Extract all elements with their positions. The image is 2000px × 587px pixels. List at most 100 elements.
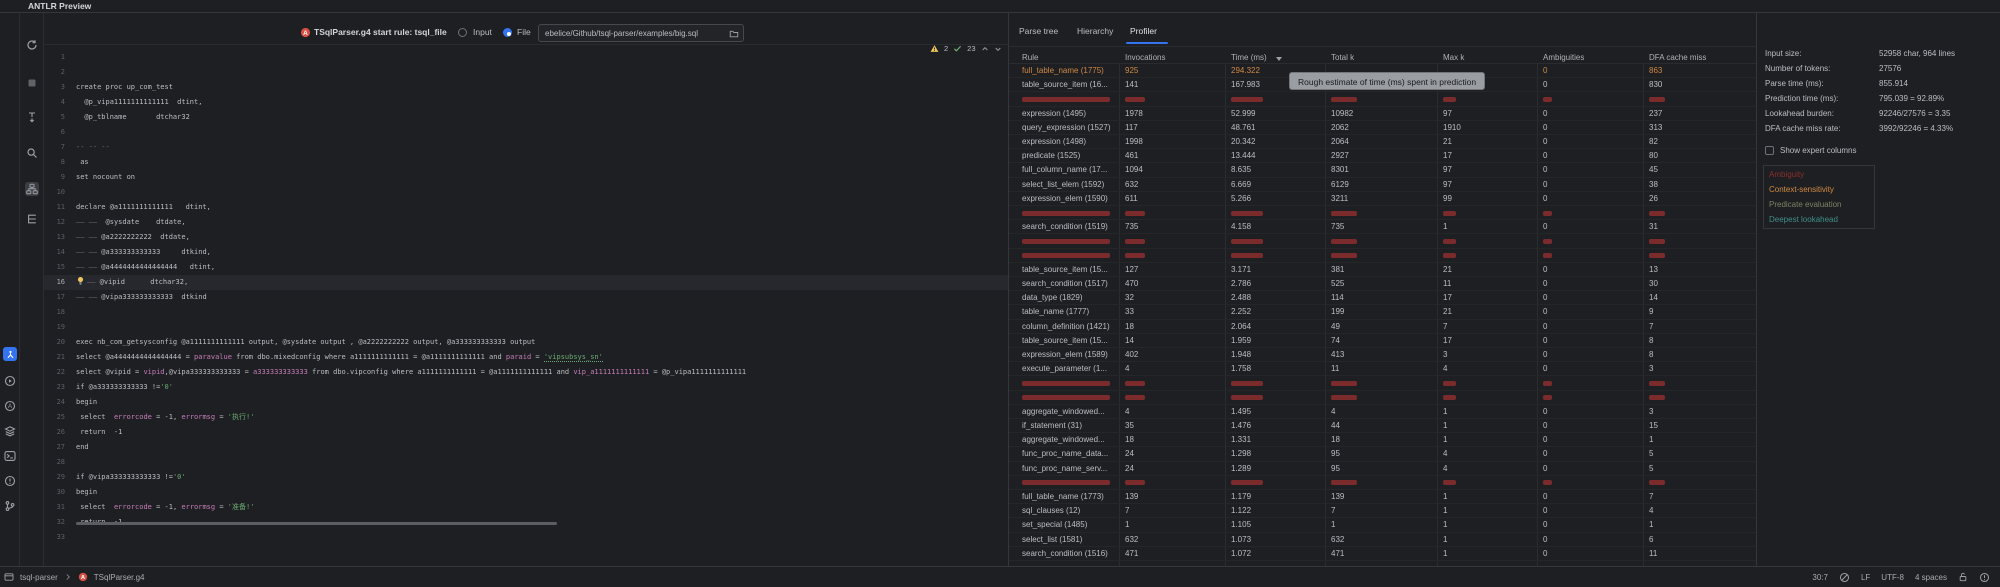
editor-code[interactable]: create proc up_com_test @p_vipa111111111… bbox=[76, 50, 1006, 545]
caret-position[interactable]: 30:7 bbox=[1812, 573, 1828, 582]
table-row[interactable] bbox=[1009, 376, 1756, 390]
encoding[interactable]: UTF-8 bbox=[1881, 573, 1904, 582]
table-row[interactable]: select_list_elem (1592)6326.669612997038 bbox=[1009, 178, 1756, 192]
highlighting-off-icon[interactable] bbox=[1839, 572, 1850, 583]
notifications-icon[interactable] bbox=[1979, 572, 1990, 583]
expert-columns-label[interactable]: Show expert columns bbox=[1780, 146, 1856, 155]
stop-button[interactable] bbox=[25, 76, 39, 90]
table-row[interactable]: sql_clauses (12)71.1227104 bbox=[1009, 504, 1756, 518]
folder-icon[interactable] bbox=[729, 29, 739, 39]
table-row[interactable]: execute_parameter (1...41.75811403 bbox=[1009, 362, 1756, 376]
problems-stripe-button[interactable] bbox=[3, 474, 17, 488]
code-line[interactable]: exec nb_com_getsysconfig @a1111111111111… bbox=[76, 335, 1006, 350]
code-line[interactable] bbox=[76, 65, 1006, 80]
input-radio[interactable] bbox=[458, 28, 467, 37]
table-row[interactable]: if_statement (31)351.476441015 bbox=[1009, 419, 1756, 433]
expert-columns-row[interactable]: Show expert columns bbox=[1765, 146, 1856, 155]
table-row[interactable]: query_expression (1527)11748.76120621910… bbox=[1009, 121, 1756, 135]
table-row[interactable]: predicate (1525)46113.444292717080 bbox=[1009, 149, 1756, 163]
table-row[interactable]: table_source_item (15...141.959741708 bbox=[1009, 334, 1756, 348]
column-header-total-k[interactable]: Total k bbox=[1331, 53, 1354, 62]
project-window-icon[interactable] bbox=[4, 572, 14, 582]
table-row[interactable] bbox=[1009, 234, 1756, 248]
column-header-time[interactable]: Time (ms) bbox=[1231, 53, 1267, 62]
code-line[interactable] bbox=[76, 305, 1006, 320]
profiler-table[interactable]: full_table_name (1775)925294.3220863tabl… bbox=[1009, 64, 1756, 566]
column-header-rule[interactable]: Rule bbox=[1022, 53, 1038, 62]
tab-hierarchy[interactable]: Hierarchy bbox=[1077, 26, 1113, 36]
table-row[interactable]: func_proc_name_serv...241.28995405 bbox=[1009, 462, 1756, 476]
table-row[interactable]: search_condition (1517)4702.78652511030 bbox=[1009, 277, 1756, 291]
code-line[interactable]: —— —— @vipa333333333333 dtkind bbox=[76, 290, 1006, 305]
code-line[interactable]: select @a4444444444444444 = paravalue fr… bbox=[76, 350, 1006, 365]
code-line[interactable]: —— @vipid dtchar32, bbox=[76, 275, 1006, 290]
tab-parse-tree[interactable]: Parse tree bbox=[1019, 26, 1058, 36]
intention-bulb-icon[interactable] bbox=[76, 276, 87, 286]
column-header-dfa-cache-miss[interactable]: DFA cache miss bbox=[1649, 53, 1706, 62]
column-header-max-k[interactable]: Max k bbox=[1443, 53, 1464, 62]
code-line[interactable]: as bbox=[76, 155, 1006, 170]
table-row[interactable]: expression (1495)197852.99910982970237 bbox=[1009, 107, 1756, 121]
table-row[interactable]: expression_elem (1590)6115.266321199026 bbox=[1009, 192, 1756, 206]
file-radio-label[interactable]: File bbox=[517, 27, 531, 37]
file-radio[interactable] bbox=[503, 28, 512, 37]
code-line[interactable]: @p_vipa1111111111111 dtint, bbox=[76, 95, 1006, 110]
table-row[interactable]: column_definition (1421)182.06449707 bbox=[1009, 320, 1756, 334]
code-line[interactable] bbox=[76, 455, 1006, 470]
table-row[interactable] bbox=[1009, 249, 1756, 263]
code-line[interactable] bbox=[76, 320, 1006, 335]
breadcrumb-project[interactable]: tsql-parser bbox=[20, 573, 58, 582]
expert-columns-checkbox[interactable] bbox=[1765, 146, 1774, 155]
table-row[interactable]: table_source_item (15...1273.17138121013 bbox=[1009, 263, 1756, 277]
input-radio-label[interactable]: Input bbox=[473, 27, 492, 37]
file-path-field[interactable]: ebelice/Github/tsql-parser/examples/big.… bbox=[538, 24, 744, 42]
run-stripe-button[interactable] bbox=[3, 374, 17, 388]
indent-setting[interactable]: 4 spaces bbox=[1915, 573, 1947, 582]
lock-open-icon[interactable] bbox=[1958, 572, 1968, 582]
column-header-ambiguities[interactable]: Ambiguities bbox=[1543, 53, 1584, 62]
table-row[interactable]: expression (1498)199820.342206421082 bbox=[1009, 135, 1756, 149]
line-ending[interactable]: LF bbox=[1861, 573, 1870, 582]
code-line[interactable]: select errorcode = -1, errormsg = '准备!' bbox=[76, 500, 1006, 515]
sort-chevron-icon[interactable] bbox=[1276, 57, 1282, 61]
antlr-tool-stripe-button[interactable]: A bbox=[3, 399, 17, 413]
code-line[interactable]: if @a333333333333 !='0' bbox=[76, 380, 1006, 395]
code-line[interactable]: return -1 bbox=[76, 425, 1006, 440]
horizontal-scrollbar[interactable] bbox=[76, 522, 557, 525]
table-row[interactable]: func_proc_name_data...241.29895405 bbox=[1009, 447, 1756, 461]
code-line[interactable]: —— —— @a4444444444444444 dtint, bbox=[76, 260, 1006, 275]
refresh-button[interactable] bbox=[25, 38, 39, 52]
table-row[interactable]: aggregate_windowed...41.4954103 bbox=[1009, 405, 1756, 419]
table-row[interactable]: search_condition (1516)4711.0724711011 bbox=[1009, 547, 1756, 561]
table-row[interactable]: data_type (1829)322.48811417014 bbox=[1009, 291, 1756, 305]
code-line[interactable]: —— —— @sysdate dtdate, bbox=[76, 215, 1006, 230]
antlr-preview-stripe-button[interactable] bbox=[3, 347, 17, 361]
table-row[interactable] bbox=[1009, 206, 1756, 220]
table-row[interactable]: aggregate_windowed...181.33118101 bbox=[1009, 433, 1756, 447]
search-button[interactable] bbox=[25, 146, 39, 160]
table-row[interactable] bbox=[1009, 92, 1756, 106]
table-row[interactable]: expression_elem (1589)4021.948413308 bbox=[1009, 348, 1756, 362]
code-line[interactable]: —— —— @a2222222222 dtdate, bbox=[76, 230, 1006, 245]
code-line[interactable]: @p_tblname dtchar32 bbox=[76, 110, 1006, 125]
code-line[interactable]: set nocount on bbox=[76, 170, 1006, 185]
terminal-stripe-button[interactable] bbox=[3, 449, 17, 463]
table-row[interactable]: full_column_name (17...10948.63583019704… bbox=[1009, 163, 1756, 177]
table-row[interactable]: table_name (1777)332.2521992109 bbox=[1009, 305, 1756, 319]
code-line[interactable]: create proc up_com_test bbox=[76, 80, 1006, 95]
code-line[interactable]: select @vipid = vipid,@vipa333333333333 … bbox=[76, 365, 1006, 380]
editor-gutter[interactable]: 1234567891011121314151617181920212223242… bbox=[44, 50, 72, 545]
table-row[interactable]: full_table_name (1773)1391.179139107 bbox=[1009, 490, 1756, 504]
breadcrumb-file[interactable]: TSqlParser.g4 bbox=[94, 573, 145, 582]
services-stripe-button[interactable] bbox=[3, 424, 17, 438]
table-row[interactable]: set_special (1485)11.1051101 bbox=[1009, 518, 1756, 532]
code-editor[interactable]: 1234567891011121314151617181920212223242… bbox=[44, 45, 1008, 566]
code-line[interactable]: begin bbox=[76, 485, 1006, 500]
git-stripe-button[interactable] bbox=[3, 499, 17, 513]
status-breadcrumb[interactable]: tsql-parser A TSqlParser.g4 bbox=[4, 567, 145, 587]
table-row[interactable]: select_list (1581)6321.073632106 bbox=[1009, 533, 1756, 547]
column-header-invocations[interactable]: Invocations bbox=[1125, 53, 1165, 62]
code-line[interactable]: -- -- -- bbox=[76, 140, 1006, 155]
tree-view-button[interactable] bbox=[25, 212, 39, 226]
code-line[interactable]: select errorcode = -1, errormsg = '执行!' bbox=[76, 410, 1006, 425]
